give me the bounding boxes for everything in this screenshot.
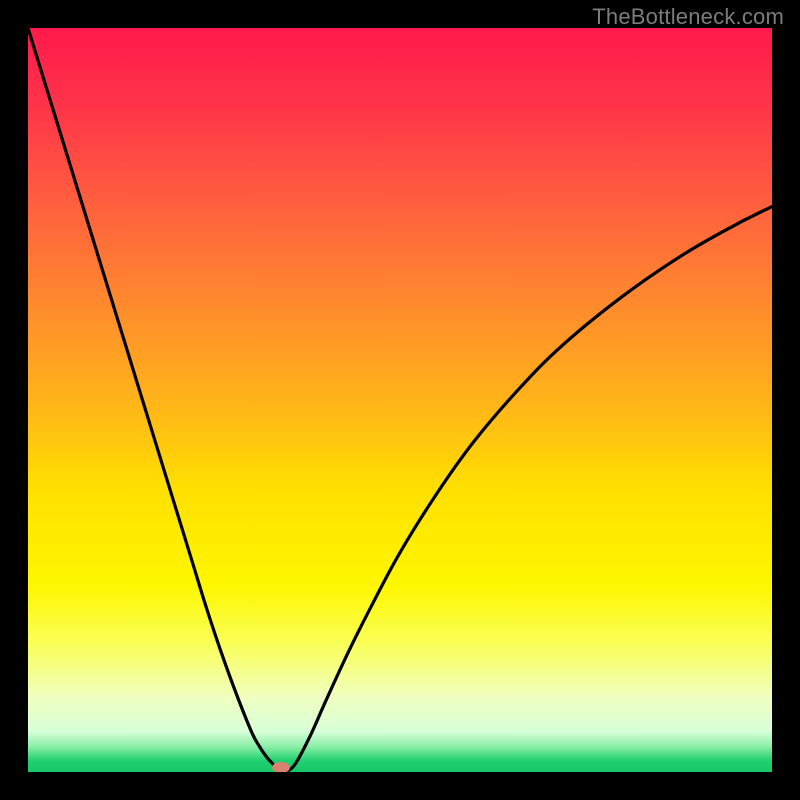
gradient-background	[28, 28, 772, 772]
watermark-text: TheBottleneck.com	[592, 4, 784, 30]
plot-area	[28, 28, 772, 772]
chart-frame: TheBottleneck.com	[0, 0, 800, 800]
chart-svg	[28, 28, 772, 772]
